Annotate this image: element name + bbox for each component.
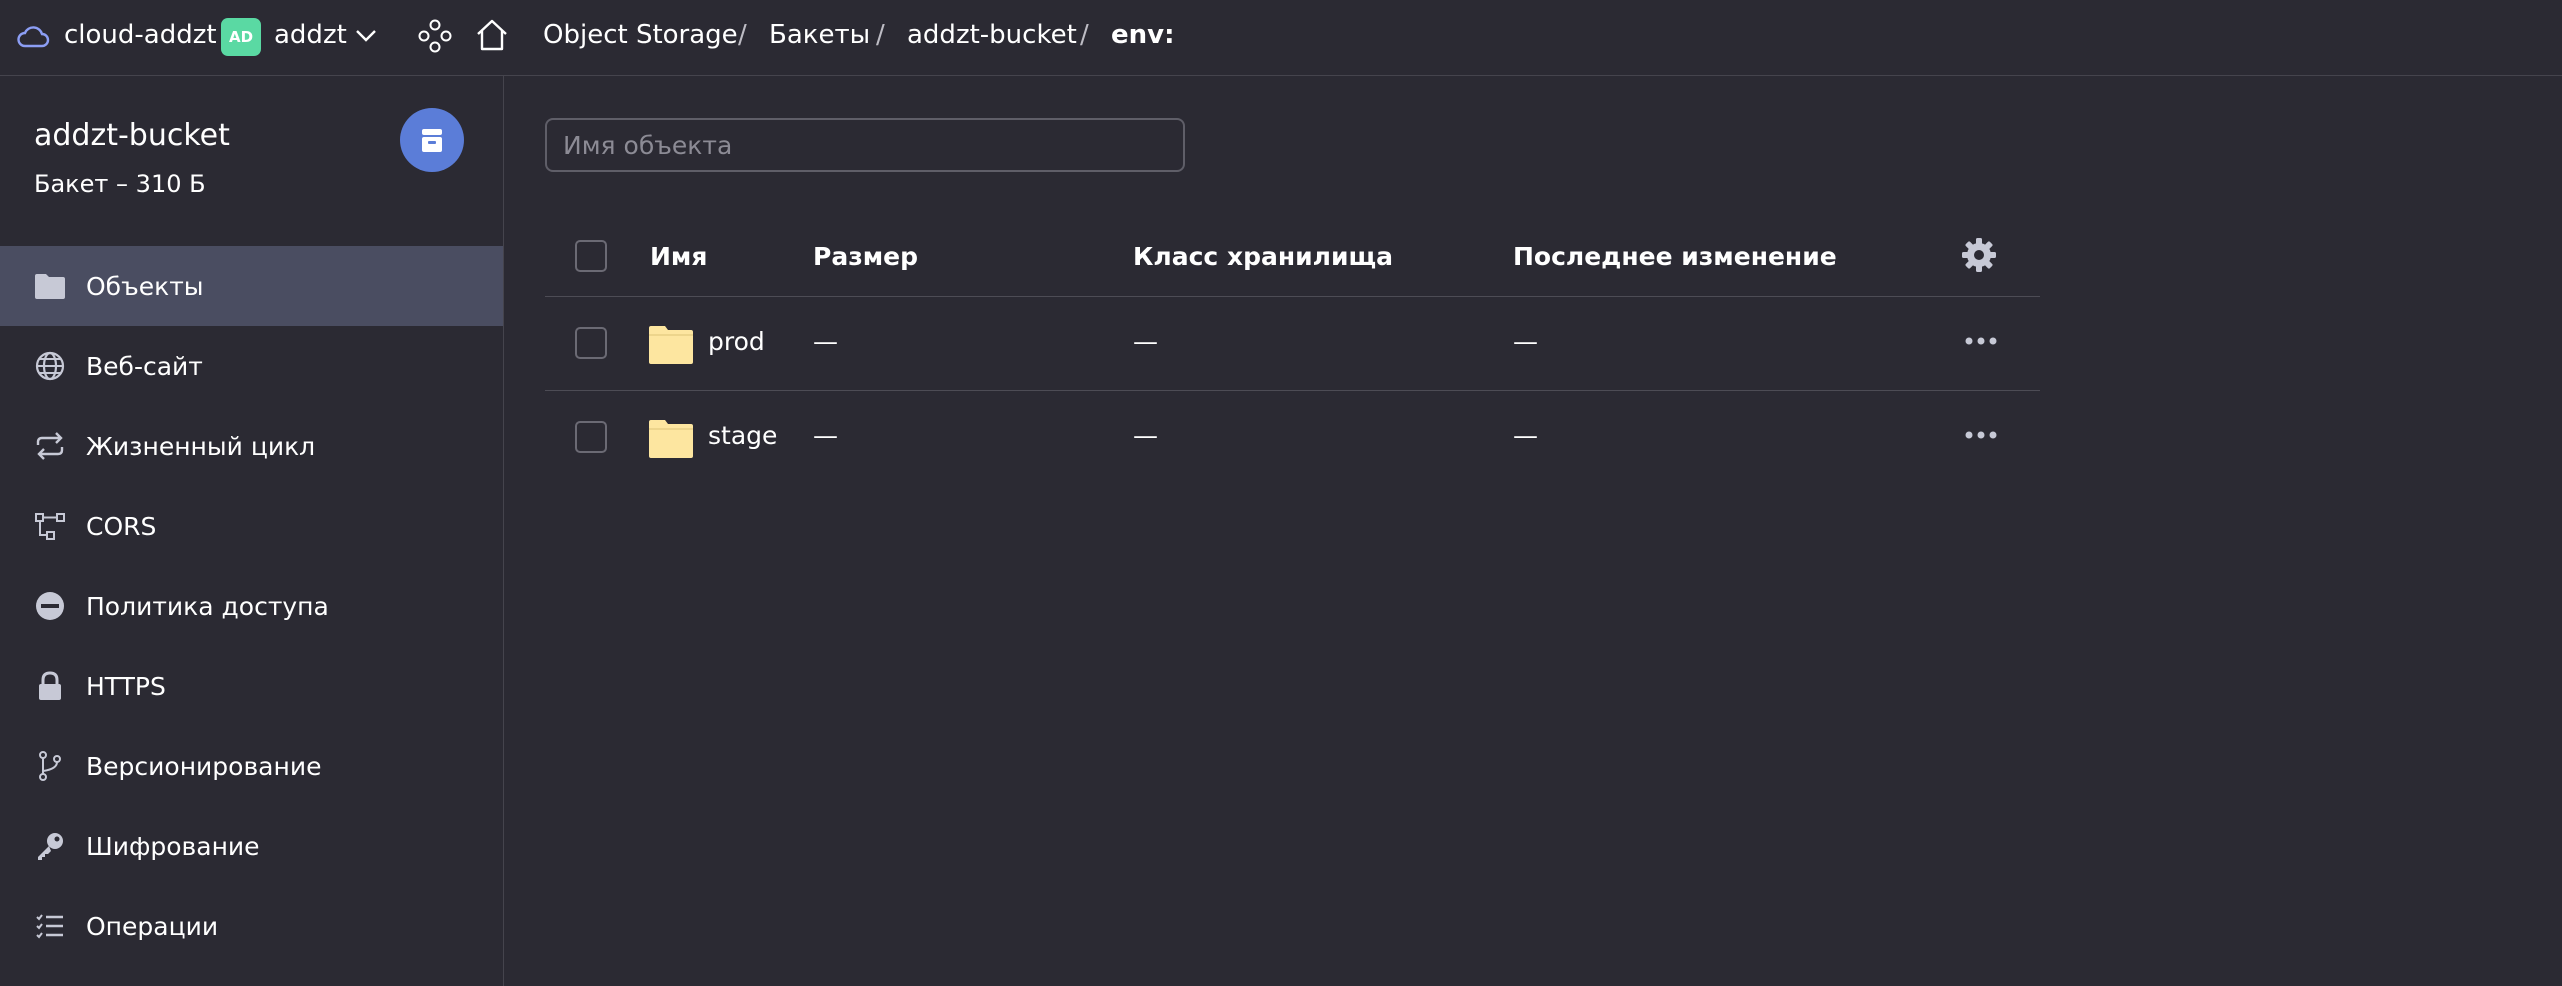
sidebar-item-label: Объекты <box>86 271 204 301</box>
more-icon[interactable] <box>1963 335 1999 347</box>
bucket-subtitle: Бакет – 310 Б <box>34 170 206 198</box>
archive-icon <box>422 129 442 152</box>
breadcrumb-object-storage[interactable]: Object Storage <box>543 20 738 50</box>
folder-icon <box>649 420 693 458</box>
object-storage-class: — <box>1133 421 1158 450</box>
folder-icon <box>33 269 67 303</box>
breadcrumb-separator: / <box>738 20 747 50</box>
object-size: — <box>813 327 838 356</box>
folder-icon <box>649 326 693 364</box>
globe-icon <box>33 349 67 383</box>
bucket-title: addzt-bucket <box>34 118 230 153</box>
more-icon[interactable] <box>1963 429 1999 441</box>
sidebar-item-label: CORS <box>86 511 157 541</box>
sidebar-item-cors[interactable]: CORS <box>0 486 503 566</box>
cors-icon <box>33 509 67 543</box>
sidebar-item-label: HTTPS <box>86 671 166 701</box>
breadcrumb-separator: / <box>876 20 885 50</box>
sidebar-item-label: Версионирование <box>86 751 322 781</box>
key-icon <box>33 829 67 863</box>
sidebar-item-lifecycle[interactable]: Жизненный цикл <box>0 406 503 486</box>
object-name[interactable]: stage <box>708 421 777 450</box>
sidebar-item-access-policy[interactable]: Политика доступа <box>0 566 503 646</box>
object-modified: — <box>1513 421 1538 450</box>
row-checkbox[interactable] <box>575 421 607 453</box>
sidebar-item-website[interactable]: Веб-сайт <box>0 326 503 406</box>
column-header-storage-class[interactable]: Класс хранилища <box>1133 242 1393 271</box>
sidebar-item-objects[interactable]: Объекты <box>0 246 503 326</box>
sidebar-item-https[interactable]: HTTPS <box>0 646 503 726</box>
cloud-name[interactable]: cloud-addzt <box>64 20 217 50</box>
top-bar: cloud-addzt AD addzt Object Storage / Ба… <box>0 0 2562 76</box>
object-size: — <box>813 421 838 450</box>
column-header-modified[interactable]: Последнее изменение <box>1513 242 1837 271</box>
cycle-icon <box>33 429 67 463</box>
folder-name[interactable]: addzt <box>274 20 347 50</box>
branch-icon <box>33 749 67 783</box>
cloud-icon[interactable] <box>16 22 50 52</box>
column-header-size[interactable]: Размер <box>813 242 918 271</box>
sidebar-item-label: Жизненный цикл <box>86 431 316 461</box>
sidebar-item-label: Операции <box>86 911 219 941</box>
table-header: Имя Размер Класс хранилища Последнее изм… <box>545 216 2040 297</box>
object-modified: — <box>1513 327 1538 356</box>
select-all-checkbox[interactable] <box>575 240 607 272</box>
gear-icon[interactable] <box>1960 236 1998 274</box>
list-icon <box>33 909 67 943</box>
breadcrumb-separator: / <box>1080 20 1089 50</box>
column-header-name[interactable]: Имя <box>650 242 707 271</box>
home-icon[interactable] <box>474 17 510 53</box>
bucket-avatar <box>400 108 464 172</box>
breadcrumb-current: env: <box>1111 20 1175 50</box>
table-row[interactable]: stage — — — <box>545 391 2040 484</box>
objects-table: Имя Размер Класс хранилища Последнее изм… <box>545 216 2040 484</box>
object-name[interactable]: prod <box>708 327 765 356</box>
sidebar-item-operations[interactable]: Операции <box>0 886 503 966</box>
services-icon[interactable] <box>418 19 452 53</box>
folder-avatar[interactable]: AD <box>221 18 261 56</box>
sidebar-item-label: Веб-сайт <box>86 351 203 381</box>
lock-icon <box>33 669 67 703</box>
sidebar-item-label: Политика доступа <box>86 591 329 621</box>
sidebar-nav: Объекты Веб-сайт Жизненный цикл CORS Пол… <box>0 246 503 966</box>
chevron-down-icon[interactable] <box>354 28 378 44</box>
object-storage-class: — <box>1133 327 1158 356</box>
breadcrumb-buckets[interactable]: Бакеты <box>769 20 870 50</box>
sidebar-item-versioning[interactable]: Версионирование <box>0 726 503 806</box>
search-input[interactable] <box>545 118 1185 172</box>
sidebar-item-encryption[interactable]: Шифрование <box>0 806 503 886</box>
sidebar: addzt-bucket Бакет – 310 Б Объекты Веб-с… <box>0 76 504 986</box>
minus-circle-icon <box>33 589 67 623</box>
row-checkbox[interactable] <box>575 327 607 359</box>
breadcrumb-bucket[interactable]: addzt-bucket <box>907 20 1077 50</box>
table-row[interactable]: prod — — — <box>545 297 2040 391</box>
sidebar-item-label: Шифрование <box>86 831 260 861</box>
